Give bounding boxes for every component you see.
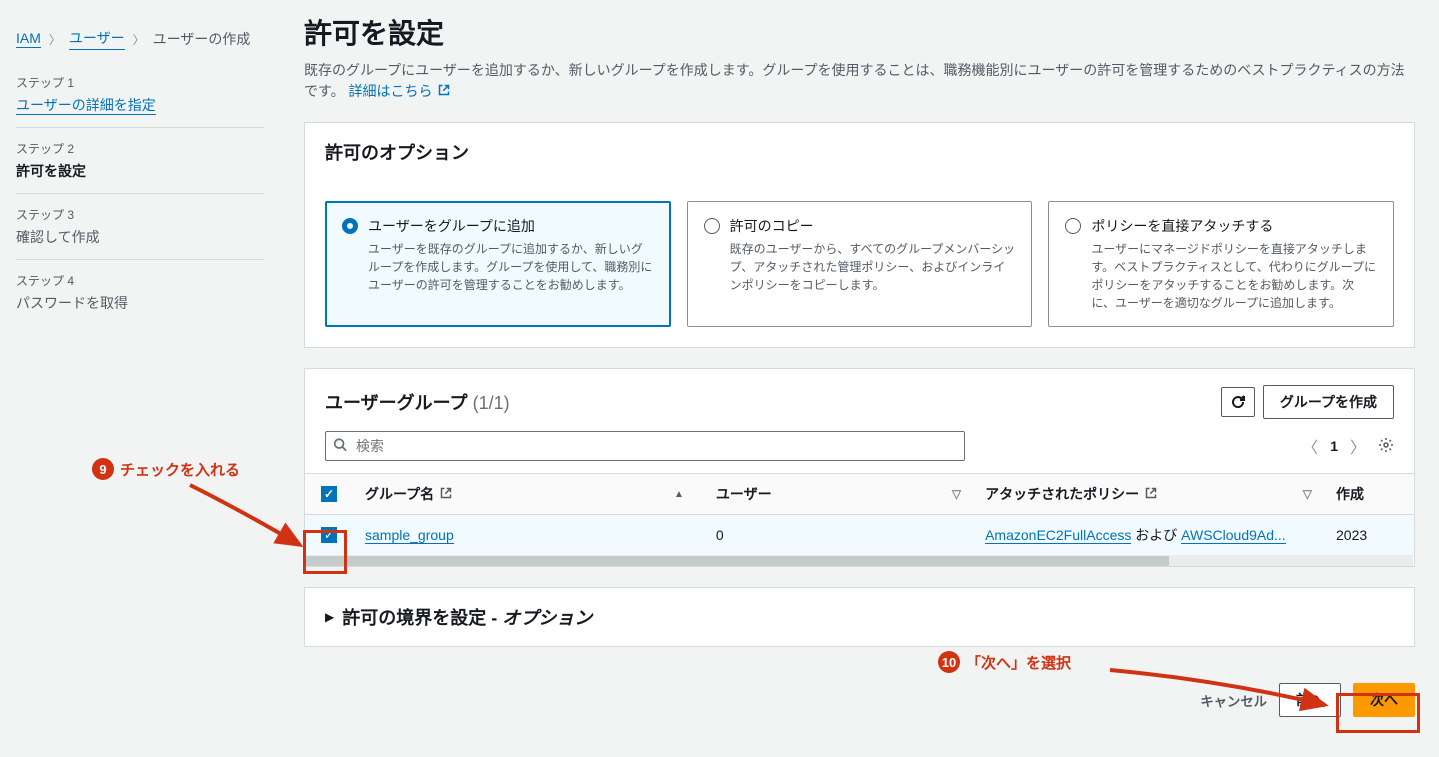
option-copy-permissions[interactable]: 許可のコピー 既存のユーザーから、すべてのグループメンバーシップ、アタッチされた… bbox=[687, 201, 1033, 327]
cell-created: 2023 bbox=[1324, 517, 1414, 553]
scrollbar-thumb[interactable] bbox=[306, 556, 1169, 566]
user-groups-panel: ユーザーグループ (1/1) グループを作成 bbox=[304, 368, 1415, 567]
panel-title: ユーザーグループ (1/1) bbox=[325, 389, 510, 415]
step-title: パスワードを取得 bbox=[16, 293, 264, 313]
cancel-button[interactable]: キャンセル bbox=[1200, 691, 1267, 710]
cell-users: 0 bbox=[704, 517, 973, 553]
policy-link[interactable]: AmazonEC2FullAccess bbox=[985, 527, 1131, 544]
search-input[interactable] bbox=[325, 431, 965, 461]
step-1[interactable]: ステップ 1 ユーザーの詳細を指定 bbox=[16, 62, 264, 128]
step-number: ステップ 1 bbox=[16, 74, 264, 91]
next-button[interactable]: 次へ bbox=[1353, 683, 1415, 717]
step-number: ステップ 4 bbox=[16, 272, 264, 289]
main-content: 許可を設定 既存のグループにユーザーを追加するか、新しいグループを作成します。グ… bbox=[280, 0, 1439, 757]
option-title: ユーザーをグループに追加 bbox=[368, 216, 654, 236]
breadcrumb-iam[interactable]: IAM bbox=[16, 30, 41, 48]
external-link-icon bbox=[1145, 486, 1157, 502]
refresh-button[interactable] bbox=[1221, 387, 1255, 417]
permissions-options-panel: 許可のオプション ユーザーをグループに追加 ユーザーを既存のグループに追加するか… bbox=[304, 122, 1415, 348]
footer-actions: キャンセル 前へ 次へ bbox=[304, 667, 1415, 733]
col-policies[interactable]: アタッチされたポリシー ▽ bbox=[973, 474, 1324, 514]
triangle-right-icon: ▶ bbox=[325, 610, 334, 624]
external-link-icon bbox=[440, 486, 452, 502]
step-title: 許可を設定 bbox=[16, 161, 264, 181]
filter-icon: ▽ bbox=[952, 487, 961, 501]
chevron-right-icon: 〉 bbox=[49, 31, 61, 48]
step-title: ユーザーの詳細を指定 bbox=[16, 97, 156, 115]
annotation-9: 9 チェックを入れる bbox=[92, 458, 240, 480]
panel-title: 許可のオプション bbox=[325, 139, 1394, 165]
page-title: 許可を設定 bbox=[304, 12, 1415, 52]
annotation-text: 「次へ」を選択 bbox=[966, 652, 1071, 673]
external-link-icon bbox=[438, 81, 450, 102]
breadcrumb: IAM 〉 ユーザー 〉 ユーザーの作成 bbox=[16, 20, 264, 62]
next-page-button[interactable]: 〉 bbox=[1350, 434, 1366, 458]
col-created[interactable]: 作成 bbox=[1324, 474, 1414, 514]
cell-policies: AmazonEC2FullAccess および AWSCloud9Ad... bbox=[973, 515, 1324, 555]
groups-table: ✓ グループ名 ▲ ユーザー ▽ アタッチされたポリシー ▽ bbox=[305, 473, 1414, 566]
step-3: ステップ 3 確認して作成 bbox=[16, 194, 264, 260]
wizard-sidebar: IAM 〉 ユーザー 〉 ユーザーの作成 ステップ 1 ユーザーの詳細を指定 ス… bbox=[0, 0, 280, 757]
step-title: 確認して作成 bbox=[16, 227, 264, 247]
step-2: ステップ 2 許可を設定 bbox=[16, 128, 264, 194]
search-box bbox=[325, 431, 965, 461]
option-title: ポリシーを直接アタッチする bbox=[1091, 216, 1377, 236]
table-row[interactable]: ✓ sample_group 0 AmazonEC2FullAccess および… bbox=[305, 515, 1414, 556]
option-attach-policy[interactable]: ポリシーを直接アタッチする ユーザーにマネージドポリシーを直接アタッチします。ベ… bbox=[1048, 201, 1394, 327]
policy-link[interactable]: AWSCloud9Ad... bbox=[1181, 527, 1286, 544]
horizontal-scrollbar[interactable] bbox=[306, 556, 1413, 566]
chevron-right-icon: 〉 bbox=[133, 31, 145, 48]
page-subtitle: 既存のグループにユーザーを追加するか、新しいグループを作成します。グループを使用… bbox=[304, 60, 1415, 102]
annotation-10: 10 「次へ」を選択 bbox=[938, 651, 1071, 673]
page-number: 1 bbox=[1330, 438, 1338, 454]
option-desc: 既存のユーザーから、すべてのグループメンバーシップ、アタッチされた管理ポリシー、… bbox=[730, 240, 1016, 294]
table-header: ✓ グループ名 ▲ ユーザー ▽ アタッチされたポリシー ▽ bbox=[305, 473, 1414, 515]
annotation-text: チェックを入れる bbox=[120, 459, 240, 480]
learn-more-link[interactable]: 詳細はこちら bbox=[349, 83, 451, 99]
option-add-to-group[interactable]: ユーザーをグループに追加 ユーザーを既存のグループに追加するか、新しいグループを… bbox=[325, 201, 671, 327]
step-number: ステップ 2 bbox=[16, 140, 264, 157]
radio-icon bbox=[1065, 218, 1081, 234]
step-number: ステップ 3 bbox=[16, 206, 264, 223]
search-icon bbox=[333, 438, 347, 455]
select-all-checkbox[interactable]: ✓ bbox=[321, 486, 337, 502]
option-title: 許可のコピー bbox=[730, 216, 1016, 236]
previous-button[interactable]: 前へ bbox=[1279, 683, 1341, 717]
filter-icon: ▽ bbox=[1303, 487, 1312, 501]
expand-toggle[interactable]: ▶ 許可の境界を設定 - オプション bbox=[305, 588, 1414, 646]
group-count: (1/1) bbox=[473, 393, 510, 413]
radio-icon bbox=[342, 218, 358, 234]
col-users[interactable]: ユーザー ▽ bbox=[704, 474, 973, 514]
prev-page-button[interactable]: 〈 bbox=[1302, 434, 1318, 458]
breadcrumb-users[interactable]: ユーザー bbox=[69, 28, 125, 50]
permissions-boundary-panel: ▶ 許可の境界を設定 - オプション bbox=[304, 587, 1415, 647]
col-group-name[interactable]: グループ名 ▲ bbox=[353, 474, 704, 514]
option-desc: ユーザーを既存のグループに追加するか、新しいグループを作成します。グループを使用… bbox=[368, 240, 654, 294]
option-desc: ユーザーにマネージドポリシーを直接アタッチします。ベストプラクティスとして、代わ… bbox=[1091, 240, 1377, 312]
sort-asc-icon: ▲ bbox=[674, 489, 684, 500]
gear-icon bbox=[1378, 437, 1394, 453]
refresh-icon bbox=[1230, 394, 1246, 410]
breadcrumb-current: ユーザーの作成 bbox=[153, 29, 251, 49]
radio-icon bbox=[704, 218, 720, 234]
annotation-badge: 10 bbox=[938, 651, 960, 673]
annotation-badge: 9 bbox=[92, 458, 114, 480]
group-name-link[interactable]: sample_group bbox=[365, 527, 454, 544]
step-4: ステップ 4 パスワードを取得 bbox=[16, 260, 264, 325]
create-group-button[interactable]: グループを作成 bbox=[1263, 385, 1394, 419]
pagination: 〈 1 〉 bbox=[1302, 434, 1394, 458]
settings-button[interactable] bbox=[1378, 437, 1394, 456]
row-checkbox[interactable]: ✓ bbox=[321, 527, 337, 543]
